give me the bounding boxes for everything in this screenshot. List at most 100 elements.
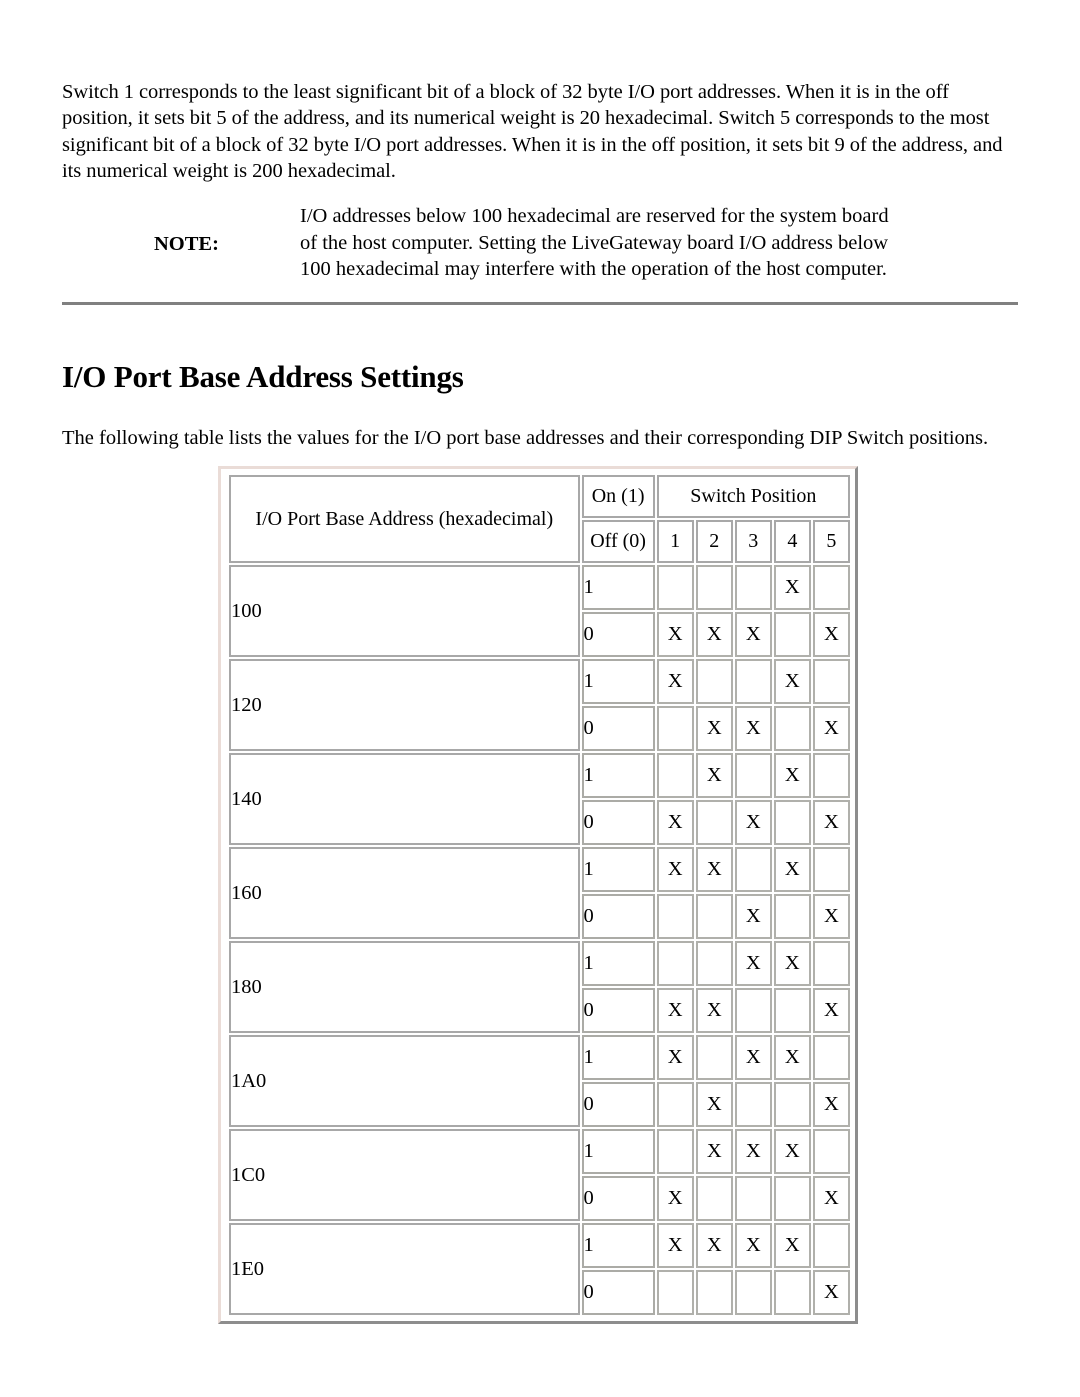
cell-switch-3-on: X <box>734 1035 772 1080</box>
cell-switch-2-off <box>695 1270 733 1315</box>
cell-switch-1-off <box>656 1270 694 1315</box>
column-header-switch-position: Switch Position <box>656 475 850 518</box>
cell-switch-3-off: X <box>734 894 772 939</box>
table-row: 1A0 1 X X X <box>229 1035 850 1127</box>
cell-switch-1-off: X <box>656 612 694 657</box>
cell-switch-1-on: X <box>656 1035 694 1080</box>
cell-switch-2-on: X <box>695 753 733 798</box>
column-header-switch-3: 3 <box>734 520 772 563</box>
cell-address: 1E0 <box>229 1223 580 1315</box>
cell-state-on: 1 <box>581 1223 655 1268</box>
cell-switch-5-on <box>812 565 850 610</box>
cell-switch-2-on: X <box>695 1223 733 1268</box>
cell-switch-4-on: X <box>773 1223 811 1268</box>
cell-switch-2-on: X <box>695 1129 733 1174</box>
cell-switch-4-on: X <box>773 1035 811 1080</box>
table-body: 100 1 X 0 X X X X 120 1 X X 0 X X X 140 1 X X 0 X X X 160 1 X X X 0 X X… <box>229 565 850 1315</box>
cell-switch-1-on <box>656 753 694 798</box>
cell-switch-2-on <box>695 941 733 986</box>
cell-switch-2-on <box>695 1035 733 1080</box>
cell-switch-3-on: X <box>734 1129 772 1174</box>
cell-switch-1-on <box>656 1129 694 1174</box>
cell-switch-3-off: X <box>734 612 772 657</box>
cell-switch-4-off <box>773 894 811 939</box>
cell-state-on: 1 <box>581 565 655 610</box>
cell-switch-3-off: X <box>734 706 772 751</box>
column-header-address: I/O Port Base Address (hexadecimal) <box>229 475 580 563</box>
table-header: I/O Port Base Address (hexadecimal) On (… <box>229 475 850 563</box>
cell-switch-4-on: X <box>773 941 811 986</box>
cell-switch-3-off <box>734 1176 772 1221</box>
cell-switch-4-off <box>773 1082 811 1127</box>
table-header-row-1: I/O Port Base Address (hexadecimal) On (… <box>229 475 850 563</box>
cell-switch-1-off <box>656 706 694 751</box>
table-row: 120 1 X X <box>229 659 850 751</box>
cell-switch-5-on <box>812 847 850 892</box>
cell-switch-2-off <box>695 1176 733 1221</box>
cell-switch-2-off: X <box>695 1082 733 1127</box>
cell-state-off: 0 <box>581 612 655 657</box>
cell-switch-4-off <box>773 706 811 751</box>
cell-switch-1-off: X <box>656 800 694 845</box>
cell-state-off: 0 <box>581 1270 655 1315</box>
dip-switch-table: I/O Port Base Address (hexadecimal) On (… <box>227 473 852 1317</box>
cell-switch-2-off <box>695 800 733 845</box>
cell-state-on: 1 <box>581 941 655 986</box>
cell-switch-2-on: X <box>695 847 733 892</box>
cell-state-off: 0 <box>581 706 655 751</box>
intro-paragraph: Switch 1 corresponds to the least signif… <box>62 80 1003 183</box>
cell-address: 140 <box>229 753 580 845</box>
cell-switch-2-off: X <box>695 706 733 751</box>
page-title: I/O Port Base Address Settings <box>62 358 464 394</box>
cell-switch-4-off <box>773 1270 811 1315</box>
dip-switch-table-container: I/O Port Base Address (hexadecimal) On (… <box>218 466 858 1324</box>
table-row: 100 1 X <box>229 565 850 657</box>
cell-switch-4-off <box>773 612 811 657</box>
cell-switch-2-off: X <box>695 612 733 657</box>
cell-switch-1-on <box>656 565 694 610</box>
cell-switch-5-on <box>812 659 850 704</box>
cell-switch-3-on <box>734 659 772 704</box>
cell-switch-2-on <box>695 659 733 704</box>
cell-switch-3-off: X <box>734 800 772 845</box>
cell-switch-3-on <box>734 847 772 892</box>
column-header-switch-4: 4 <box>773 520 811 563</box>
cell-switch-2-off <box>695 894 733 939</box>
cell-switch-1-off: X <box>656 1176 694 1221</box>
cell-state-off: 0 <box>581 988 655 1033</box>
cell-switch-1-on: X <box>656 847 694 892</box>
cell-switch-4-off <box>773 800 811 845</box>
cell-address: 1A0 <box>229 1035 580 1127</box>
cell-switch-5-off: X <box>812 612 850 657</box>
cell-switch-5-off: X <box>812 1270 850 1315</box>
cell-address: 100 <box>229 565 580 657</box>
cell-switch-1-off: X <box>656 988 694 1033</box>
cell-switch-1-on <box>656 941 694 986</box>
cell-switch-2-on <box>695 565 733 610</box>
cell-switch-4-on: X <box>773 1129 811 1174</box>
cell-address: 120 <box>229 659 580 751</box>
cell-address: 160 <box>229 847 580 939</box>
cell-address: 180 <box>229 941 580 1033</box>
note-line: 100 hexadecimal may interfere with the o… <box>300 258 887 281</box>
cell-switch-4-on: X <box>773 659 811 704</box>
cell-address: 1C0 <box>229 1129 580 1221</box>
cell-switch-5-on <box>812 753 850 798</box>
note-line: I/O addresses below 100 hexadecimal are … <box>300 205 889 227</box>
column-header-switch-2: 2 <box>695 520 733 563</box>
cell-switch-5-on <box>812 941 850 986</box>
cell-state-on: 1 <box>581 659 655 704</box>
table-row: 160 1 X X X <box>229 847 850 939</box>
column-header-switch-1: 1 <box>656 520 694 563</box>
cell-state-on: 1 <box>581 753 655 798</box>
cell-switch-5-off: X <box>812 706 850 751</box>
note-line: of the host computer. Setting the LiveGa… <box>300 231 889 254</box>
cell-switch-1-on: X <box>656 659 694 704</box>
table-row: 1E0 1 X X X X <box>229 1223 850 1315</box>
table-row: 1C0 1 X X X <box>229 1129 850 1221</box>
cell-switch-2-off: X <box>695 988 733 1033</box>
cell-state-on: 1 <box>581 847 655 892</box>
cell-switch-1-on: X <box>656 1223 694 1268</box>
column-header-off: Off (0) <box>581 520 655 563</box>
cell-switch-5-on <box>812 1223 850 1268</box>
